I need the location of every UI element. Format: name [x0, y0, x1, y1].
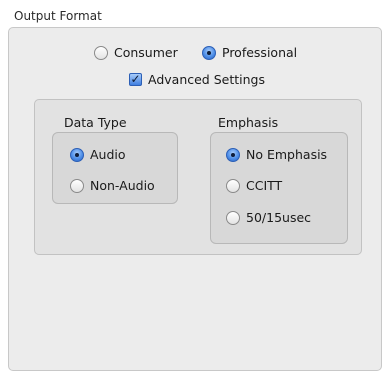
audio-radio[interactable]: Audio — [70, 147, 126, 162]
output-format-title: Output Format — [14, 9, 102, 23]
50-15usec-label: 50/15usec — [246, 210, 312, 225]
ccitt-radio[interactable]: CCITT — [226, 178, 282, 193]
non-audio-label: Non-Audio — [90, 178, 155, 193]
non-audio-radio[interactable]: Non-Audio — [70, 178, 155, 193]
emphasis-title: Emphasis — [218, 115, 279, 130]
non-audio-radio-button-icon[interactable] — [70, 178, 84, 193]
consumer-radio[interactable]: Consumer — [94, 45, 178, 60]
no-emphasis-radio-button-icon[interactable] — [226, 147, 240, 162]
50-15usec-radio[interactable]: 50/15usec — [226, 210, 311, 225]
advanced-settings-checkbox[interactable]: ✓ Advanced Settings — [129, 72, 265, 87]
no-emphasis-radio[interactable]: No Emphasis — [226, 147, 327, 162]
consumer-label: Consumer — [114, 45, 178, 60]
checkmark-icon[interactable]: ✓ — [129, 73, 142, 86]
audio-radio-button-icon[interactable] — [70, 147, 84, 162]
advanced-settings-label: Advanced Settings — [148, 72, 265, 87]
ccitt-label: CCITT — [246, 178, 283, 193]
professional-label: Professional — [222, 45, 298, 60]
professional-radio[interactable]: Professional — [202, 45, 297, 60]
data-type-box — [52, 132, 178, 204]
no-emphasis-label: No Emphasis — [246, 147, 328, 162]
professional-radio-button-icon[interactable] — [202, 45, 216, 60]
ccitt-radio-button-icon[interactable] — [226, 178, 240, 193]
consumer-radio-button-icon[interactable] — [94, 45, 108, 60]
data-type-title: Data Type — [64, 115, 127, 130]
audio-label: Audio — [90, 147, 126, 162]
50-15usec-radio-button-icon[interactable] — [226, 210, 240, 225]
